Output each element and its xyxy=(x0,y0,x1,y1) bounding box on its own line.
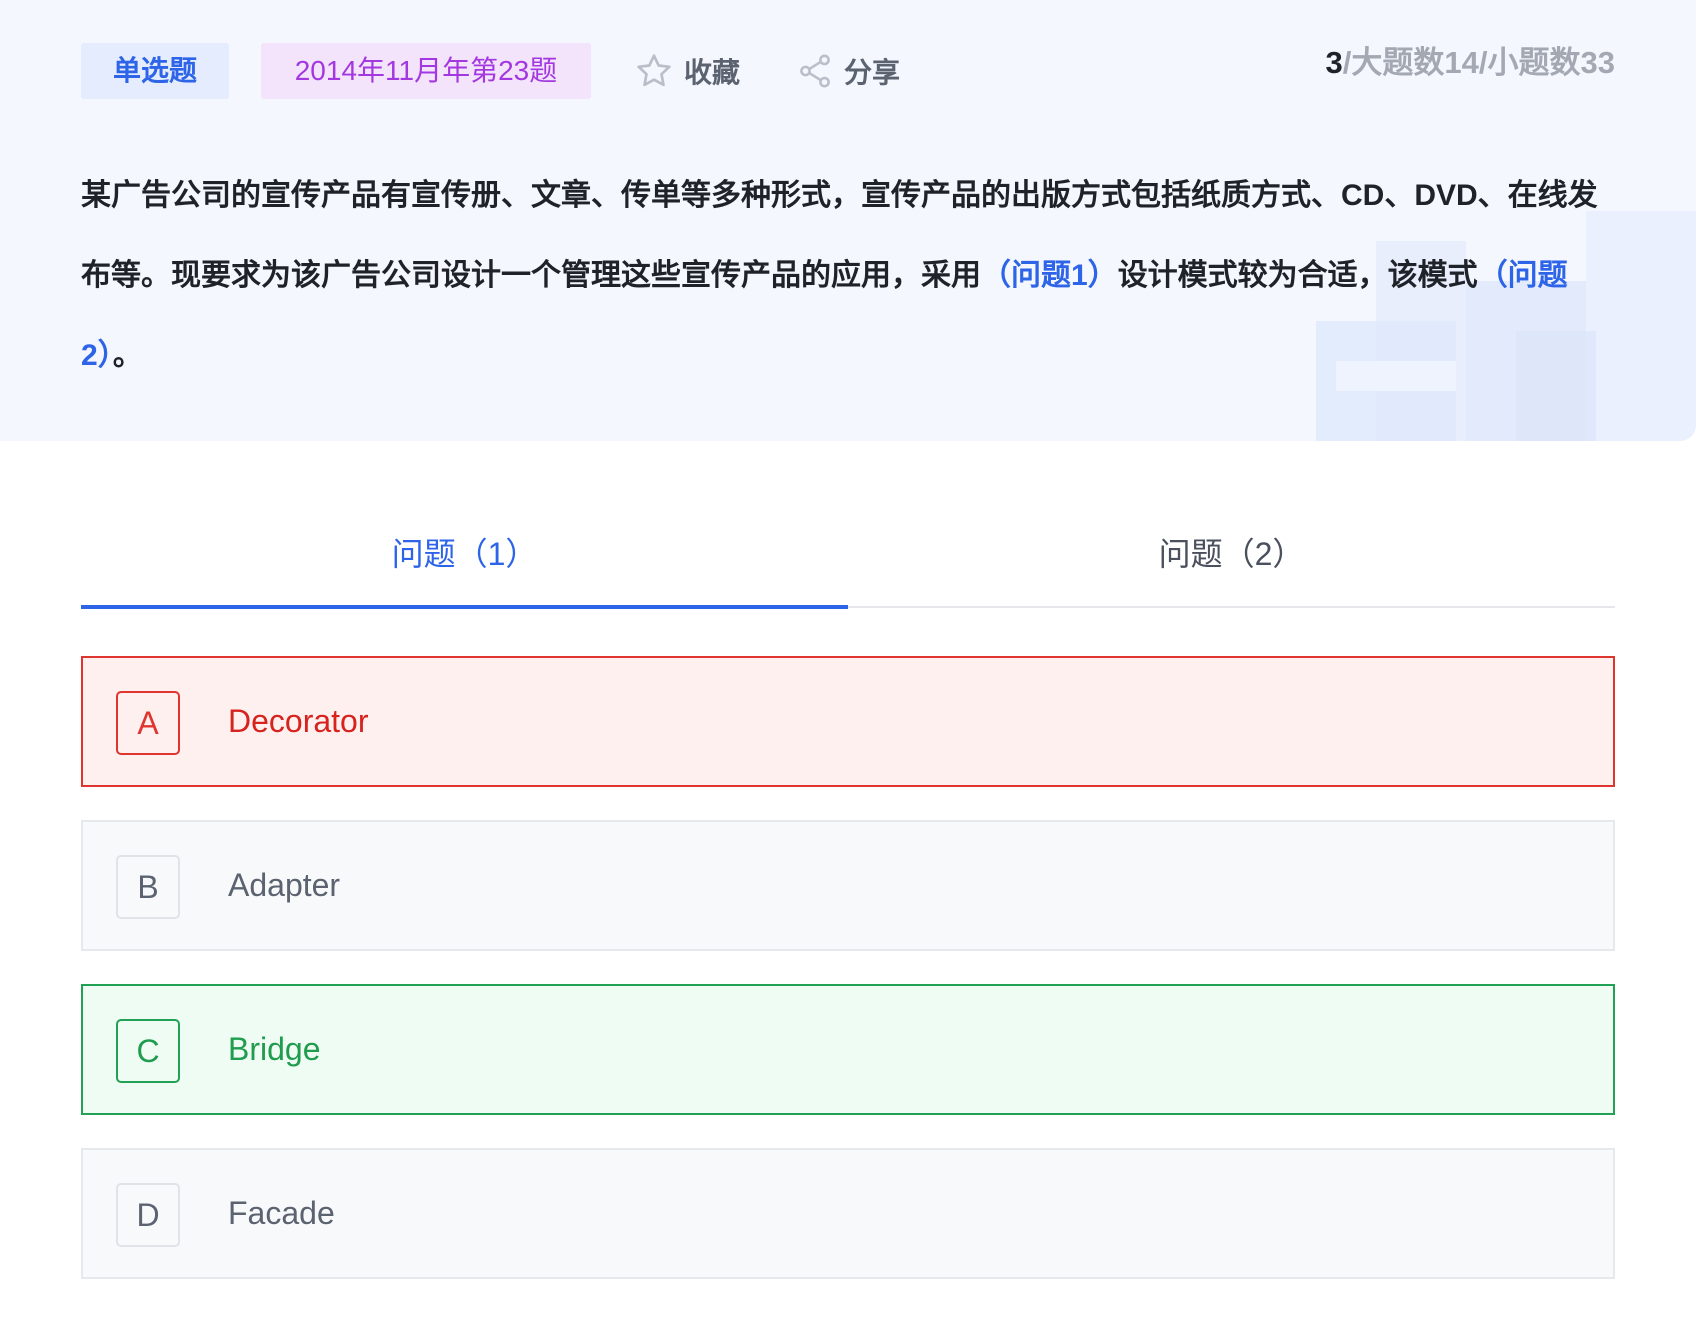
question-card: 单选题 2014年11月年第23题 收藏 分享 3/大题数14/小题数33 某广… xyxy=(0,0,1696,441)
option-text: Adapter xyxy=(228,867,341,903)
star-icon xyxy=(637,54,671,87)
option-d[interactable]: D Facade xyxy=(81,1148,1615,1279)
meta-row: 单选题 2014年11月年第23题 收藏 分享 3/大题数14/小题数33 xyxy=(81,43,1615,99)
share-label: 分享 xyxy=(844,57,901,88)
stem-text-3: 。 xyxy=(112,339,143,372)
option-letter: D xyxy=(116,1183,180,1247)
option-text: Facade xyxy=(228,1195,335,1231)
option-c[interactable]: C Bridge xyxy=(81,984,1615,1115)
favorite-label: 收藏 xyxy=(684,57,741,88)
tab-question-1[interactable]: 问题（1） xyxy=(81,520,848,609)
counter-totals: /大题数14/小题数33 xyxy=(1342,45,1615,80)
tab-question-2[interactable]: 问题（2） xyxy=(848,520,1615,606)
question-source-tag: 2014年11月年第23题 xyxy=(261,43,591,99)
counter-current: 3 xyxy=(1325,45,1343,80)
option-letter: A xyxy=(116,691,180,755)
option-letter: B xyxy=(116,855,180,919)
share-button[interactable]: 分享 xyxy=(796,43,900,99)
stem-text-2: 设计模式较为合适，该模式 xyxy=(1117,259,1478,292)
question-type-tag: 单选题 xyxy=(81,43,229,99)
share-icon xyxy=(800,54,830,88)
favorite-button[interactable]: 收藏 xyxy=(634,43,740,99)
option-a[interactable]: A Decorator xyxy=(81,656,1615,787)
option-letter: C xyxy=(116,1019,180,1083)
question-stem: 某广告公司的宣传产品有宣传册、文章、传单等多种形式，宣传产品的出版方式包括纸质方… xyxy=(81,156,1621,396)
blank-question-1[interactable]: （问题1） xyxy=(981,259,1118,292)
sub-question-tabs: 问题（1） 问题（2） xyxy=(81,520,1615,609)
option-b[interactable]: B Adapter xyxy=(81,820,1615,951)
question-counter: 3/大题数14/小题数33 xyxy=(1326,43,1615,83)
option-text: Decorator xyxy=(228,703,369,739)
option-text: Bridge xyxy=(228,1031,321,1067)
